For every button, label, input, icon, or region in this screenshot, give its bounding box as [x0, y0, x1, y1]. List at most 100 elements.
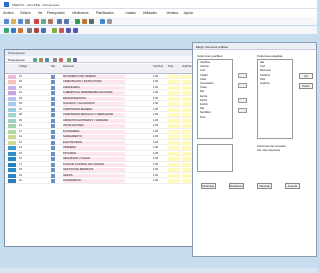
list-item[interactable]: CanCer — [200, 65, 209, 68]
list-item[interactable]: Cod — [200, 69, 205, 72]
add-column-button[interactable] — [238, 73, 247, 78]
list-item[interactable]: Color — [200, 78, 206, 81]
row-quantity[interactable]: 1,00 — [153, 130, 165, 134]
row-code[interactable]: 04 — [19, 91, 29, 94]
menu-item[interactable]: Listado — [126, 11, 136, 15]
row-description[interactable]: PINTURAS — [63, 151, 125, 156]
row-quantity[interactable]: 1,00 — [153, 168, 165, 172]
move-down-button[interactable]: Down — [299, 83, 313, 89]
row-quantity[interactable]: 1,00 — [153, 152, 165, 156]
delete-icon[interactable] — [59, 28, 64, 33]
columns-icon[interactable] — [67, 58, 71, 62]
row-code[interactable]: 10 — [19, 124, 29, 127]
row-price-cell[interactable] — [168, 107, 180, 112]
row-quantity[interactable]: 1,00 — [153, 157, 165, 161]
row-quantity[interactable]: 1,00 — [153, 146, 165, 150]
row-code[interactable]: 06 — [19, 102, 29, 105]
level-icon[interactable] — [45, 58, 49, 62]
row-price-cell[interactable] — [168, 157, 180, 162]
list-item[interactable]: CodInf — [200, 74, 208, 77]
row-code[interactable]: 01 — [19, 75, 29, 78]
menu-item[interactable]: Edición — [20, 11, 30, 15]
move-up-button[interactable]: Up — [299, 73, 313, 79]
move-down-icon[interactable] — [73, 28, 78, 33]
row-price-cell[interactable] — [168, 124, 180, 129]
row-price-cell[interactable] — [168, 146, 180, 151]
list-item[interactable]: CanPres — [200, 61, 210, 64]
row-code[interactable]: 14 — [19, 146, 29, 149]
row-quantity[interactable]: 1,00 — [153, 108, 165, 112]
paste-icon[interactable] — [48, 19, 53, 24]
bold-icon[interactable] — [27, 28, 32, 33]
filter-icon[interactable] — [89, 19, 94, 24]
row-price-cell[interactable] — [168, 80, 180, 85]
row-code[interactable]: 16 — [19, 157, 29, 160]
menu-item[interactable]: Presupuesto — [47, 11, 65, 15]
print-icon[interactable] — [25, 19, 30, 24]
list-icon[interactable] — [11, 28, 16, 33]
open-icon[interactable] — [11, 19, 16, 24]
row-description[interactable]: CUBIERTAS E IMPERMEABILIZACIONES — [63, 91, 125, 96]
row-quantity[interactable]: 1,00 — [153, 86, 165, 90]
list-item[interactable]: Comentario — [200, 82, 213, 85]
row-code[interactable]: 19 — [19, 174, 29, 177]
save-icon[interactable] — [18, 19, 23, 24]
row-description[interactable]: GESTION DE RESIDUOS — [63, 168, 125, 173]
list-item[interactable]: ImpPres — [260, 82, 270, 85]
row-description[interactable]: FONTANERIA — [63, 129, 125, 134]
list-item[interactable]: Fecha — [200, 95, 207, 98]
row-description[interactable]: VIDRIERIA — [63, 146, 125, 151]
ok-button[interactable]: Aceptar — [285, 183, 300, 189]
add-all-button[interactable] — [238, 98, 247, 103]
row-description[interactable]: INSTALACIONES — [63, 124, 125, 129]
row-quantity[interactable]: 1,00 — [153, 179, 165, 183]
row-price-cell[interactable] — [168, 91, 180, 96]
row-quantity[interactable]: 1,00 — [153, 91, 165, 95]
sort-icon[interactable] — [41, 28, 46, 33]
row-price-cell[interactable] — [168, 151, 180, 156]
measure-icon[interactable] — [18, 28, 23, 33]
col-imp[interactable]: ImpPres — [182, 65, 192, 68]
new-icon[interactable] — [4, 19, 9, 24]
row-price-cell[interactable] — [168, 96, 180, 101]
row-price-cell[interactable] — [168, 102, 180, 107]
undo-icon[interactable] — [57, 19, 62, 24]
row-description[interactable]: MOVIMIENTO DE TIERRAS — [63, 74, 125, 79]
undo-button[interactable]: Deshacer — [201, 183, 216, 189]
row-code[interactable]: 12 — [19, 135, 29, 138]
row-code[interactable]: 20 — [19, 179, 29, 182]
row-price-cell[interactable] — [168, 162, 180, 167]
row-description[interactable]: PLAN DE CONTROL DE CALIDAD — [63, 162, 125, 167]
row-quantity[interactable]: 1,00 — [153, 113, 165, 117]
row-code[interactable]: 05 — [19, 97, 29, 100]
menu-item[interactable]: Ventana — [166, 11, 178, 15]
cancel-button[interactable]: Cancelar — [257, 183, 272, 189]
chosen-columns-list[interactable]: Nat Cod Resumen CanPres Pres ImpPres — [257, 59, 293, 139]
list-item[interactable]: Dto — [200, 90, 204, 93]
row-quantity[interactable]: 1,00 — [153, 102, 165, 106]
menu-item[interactable]: Ayuda — [184, 11, 193, 15]
col-code[interactable]: Código — [19, 65, 27, 68]
row-description[interactable]: APARATOS SANITARIOS Y GRIFERIA — [63, 118, 125, 123]
list-item[interactable]: Pres — [200, 116, 205, 119]
col-qty[interactable]: CanPres — [153, 65, 163, 68]
row-price-cell[interactable] — [168, 140, 180, 145]
collapse-icon[interactable] — [39, 58, 43, 62]
menu-item[interactable]: Utilidades — [143, 11, 157, 15]
menu-item[interactable]: Archivo — [3, 11, 14, 15]
expand-icon[interactable] — [33, 58, 37, 62]
row-code[interactable]: 07 — [19, 108, 29, 111]
row-quantity[interactable]: 1,00 — [153, 97, 165, 101]
cut-icon[interactable] — [34, 19, 39, 24]
row-price-cell[interactable] — [168, 129, 180, 134]
row-description[interactable]: CIMENTACION Y ESTRUCTURA — [63, 80, 125, 85]
row-code[interactable]: 17 — [19, 163, 29, 166]
list-item[interactable]: Cod — [260, 65, 265, 68]
list-item[interactable]: Coste — [200, 86, 207, 89]
list-item[interactable]: NumMed — [200, 111, 211, 114]
redo-icon[interactable] — [64, 19, 69, 24]
list-item[interactable]: Nat — [260, 61, 264, 64]
chart-icon[interactable] — [82, 19, 87, 24]
tree-icon[interactable] — [4, 28, 9, 33]
row-quantity[interactable]: 1,00 — [153, 119, 165, 123]
